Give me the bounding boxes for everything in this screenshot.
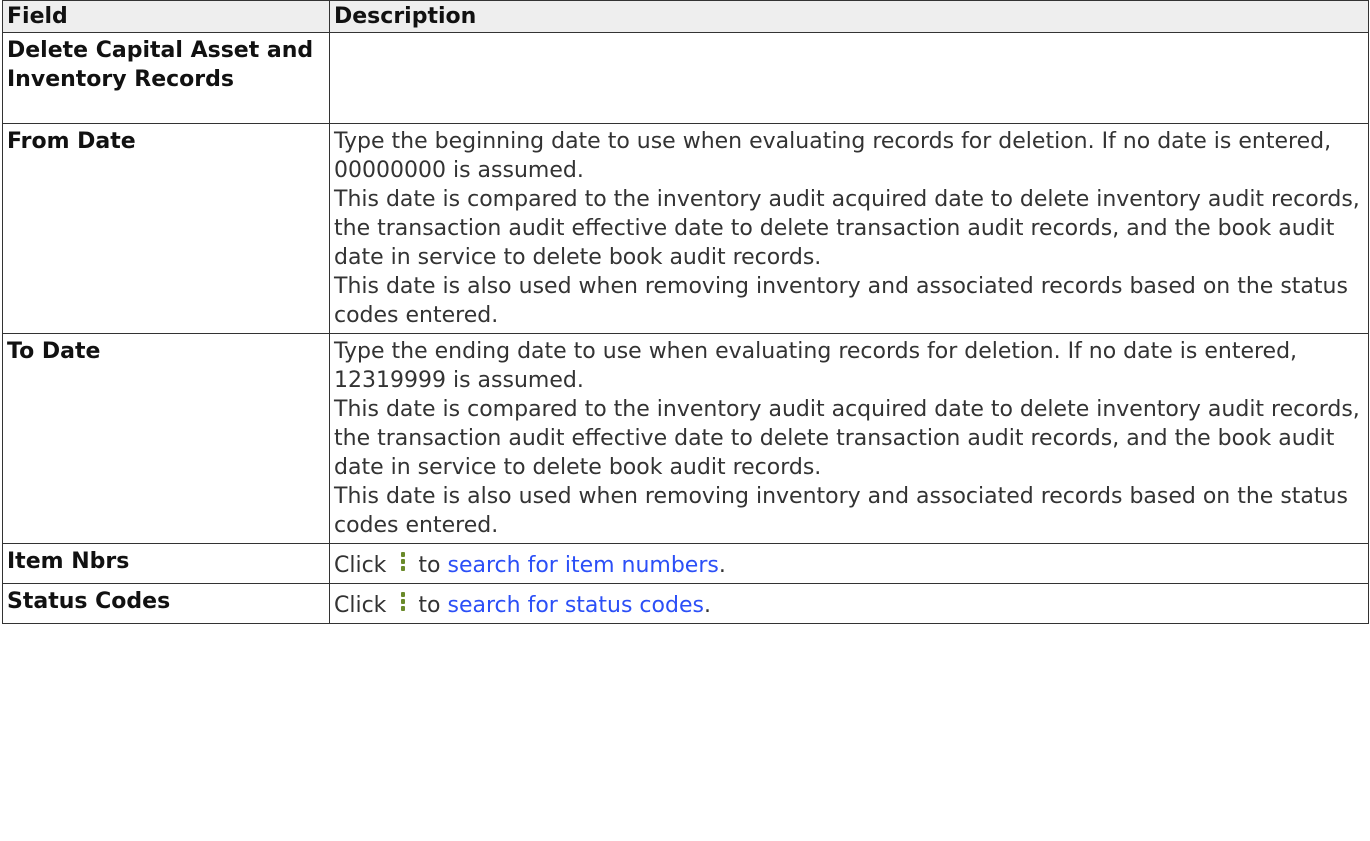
field-description: Click to search for item numbers.	[329, 543, 1369, 584]
description-line: This date is also used when removing inv…	[334, 484, 1348, 538]
table-row: Item Nbrs Click to search for item number…	[2, 543, 1369, 584]
field-name: From Date	[2, 123, 330, 334]
field-description-table: Field Description Delete Capital Asset a…	[2, 0, 1369, 624]
field-name: Item Nbrs	[2, 543, 330, 584]
field-description: Click to search for status codes.	[329, 583, 1369, 624]
to-word: to	[418, 553, 441, 578]
table-row: From Date Type the beginning date to use…	[2, 123, 1369, 334]
table-row: Status Codes Click to search for status c…	[2, 583, 1369, 624]
field-description: Type the ending date to use when evaluat…	[329, 333, 1369, 544]
field-name: To Date	[2, 333, 330, 544]
click-word: Click	[334, 593, 387, 618]
description-line: Type the beginning date to use when eval…	[334, 129, 1332, 183]
description-line: This date is compared to the inventory a…	[334, 397, 1360, 480]
vertical-dots-icon[interactable]	[396, 551, 410, 573]
search-status-codes-link[interactable]: search for status codes	[448, 593, 704, 618]
description-line: Type the ending date to use when evaluat…	[334, 339, 1298, 393]
description-column-header: Description	[329, 0, 1369, 33]
table-row: To Date Type the ending date to use when…	[2, 333, 1369, 544]
field-name: Delete Capital Asset and Inventory Recor…	[2, 32, 330, 124]
field-name: Status Codes	[2, 583, 330, 624]
field-column-header: Field	[2, 0, 330, 33]
search-item-numbers-link[interactable]: search for item numbers	[448, 553, 719, 578]
table-row: Delete Capital Asset and Inventory Recor…	[2, 32, 1369, 124]
description-line: This date is compared to the inventory a…	[334, 187, 1360, 270]
description-line: This date is also used when removing inv…	[334, 274, 1348, 328]
to-word: to	[418, 593, 441, 618]
click-word: Click	[334, 553, 387, 578]
table-header-row: Field Description	[2, 0, 1369, 33]
field-description	[329, 32, 1369, 124]
field-description: Type the beginning date to use when eval…	[329, 123, 1369, 334]
vertical-dots-icon[interactable]	[396, 591, 410, 613]
